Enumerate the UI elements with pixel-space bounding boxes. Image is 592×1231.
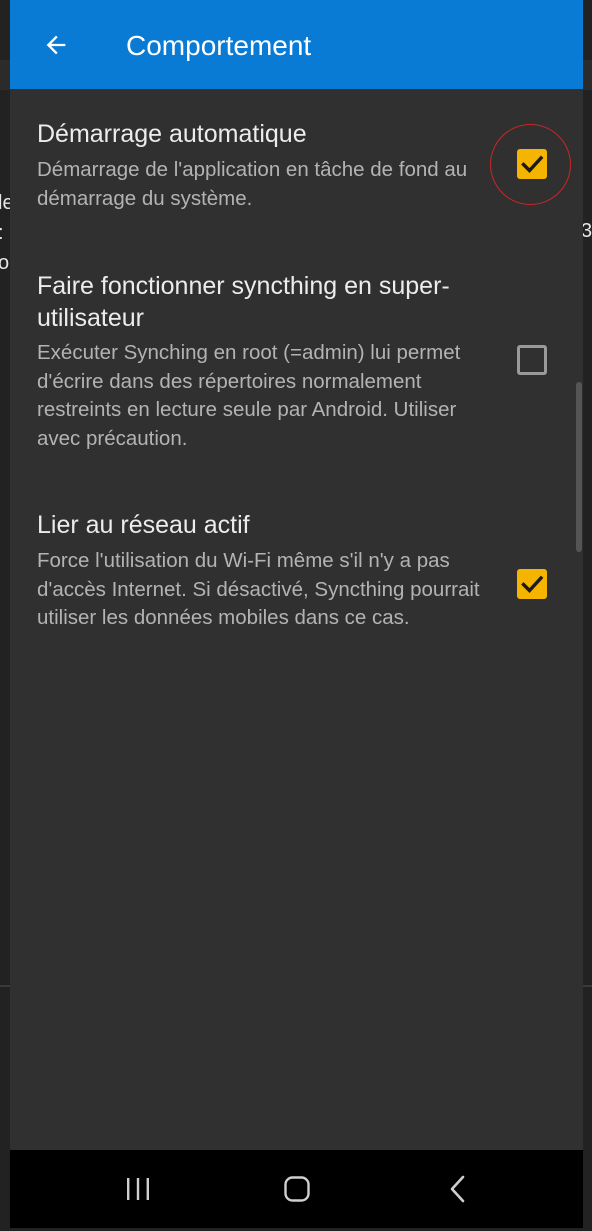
bind-network-checkbox[interactable] [517,569,547,599]
scrollbar[interactable] [576,382,582,552]
check-icon [521,575,544,593]
highlight-ring [490,124,571,205]
settings-window: Comportement Démarrage automatique Démar… [10,0,583,1228]
superuser-checkbox[interactable] [517,345,547,375]
system-nav-bar [10,1150,583,1228]
app-bar: Comportement [10,0,583,89]
home-button[interactable] [267,1164,327,1214]
pref-superuser-title: Faire fonctionner syncthing en super-uti… [37,272,450,332]
back-button[interactable] [28,22,84,68]
pref-autostart-summary: Démarrage de l'application en tâche de f… [37,158,468,210]
pref-bind-network[interactable]: Lier au réseau actif Force l'utilisation… [10,502,583,667]
pref-autostart-title: Démarrage automatique [37,120,307,148]
arrow-left-icon [46,35,66,55]
recent-apps-button[interactable] [108,1164,168,1214]
pref-bind-network-summary: Force l'utilisation du Wi-Fi même s'il n… [37,549,480,629]
back-chevron-icon [450,1175,465,1203]
pref-bind-network-title: Lier au réseau actif [37,511,250,539]
recent-apps-icon [127,1178,149,1200]
background-text-left: le : oi [0,192,10,274]
pref-superuser-summary: Exécuter Synching en root (=admin) lui p… [37,341,461,450]
home-icon [284,1176,310,1202]
page-title: Comportement [126,30,312,61]
nav-back-button[interactable] [428,1164,488,1214]
pref-superuser[interactable]: Faire fonctionner syncthing en super-uti… [10,262,583,462]
